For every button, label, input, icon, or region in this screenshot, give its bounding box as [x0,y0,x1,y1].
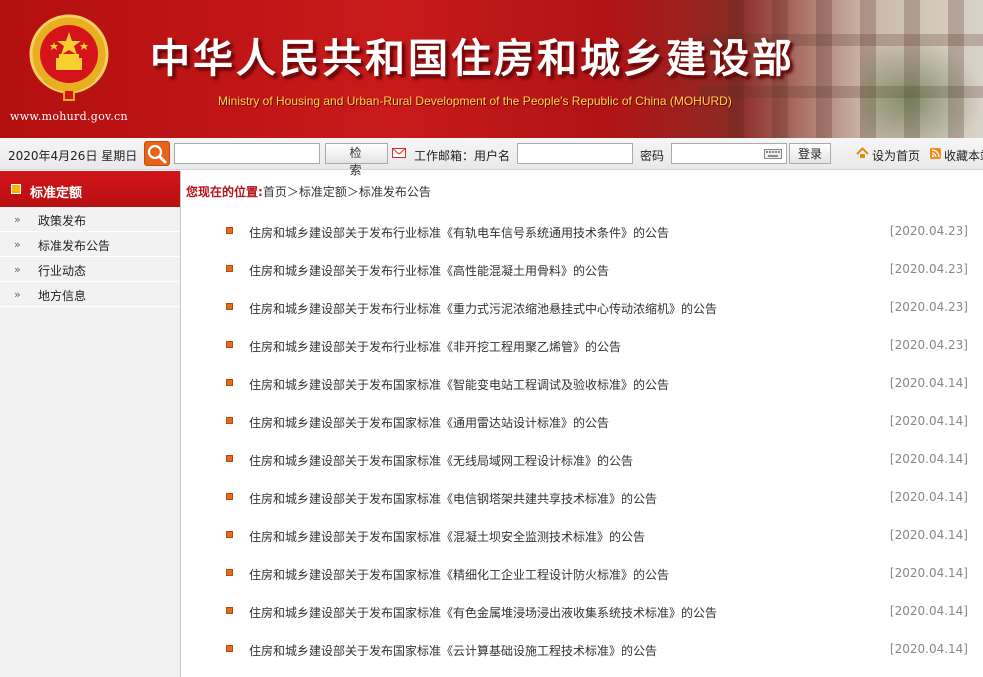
news-title[interactable]: 住房和城乡建设部关于发布国家标准《电信钢塔架共建共享技术标准》的公告 [249,490,657,507]
news-item[interactable]: 住房和城乡建设部关于发布行业标准《有轨电车信号系统通用技术条件》的公告 [2020… [186,212,976,250]
password-label: 密码 [640,149,665,163]
double-chevron-icon: » [14,213,21,226]
bullet-icon [226,227,233,234]
news-title[interactable]: 住房和城乡建设部关于发布国家标准《有色金属堆浸场浸出液收集系统技术标准》的公告 [249,604,717,621]
news-date: [2020.04.14] [889,528,968,542]
sidebar-item-policy[interactable]: » 政策发布 [0,207,180,232]
news-title[interactable]: 住房和城乡建设部关于发布国家标准《通用雷达站设计标准》的公告 [249,414,609,431]
sidebar-item-label: 行业动态 [38,264,87,278]
sidebar-item-standard-announcements[interactable]: » 标准发布公告 [0,232,180,257]
bullet-icon [226,417,233,424]
news-title[interactable]: 住房和城乡建设部关于发布国家标准《精细化工企业工程设计防火标准》的公告 [249,566,669,583]
double-chevron-icon: » [14,288,21,301]
news-date: [2020.04.23] [889,224,968,238]
search-input[interactable] [174,143,320,164]
news-list: 住房和城乡建设部关于发布行业标准《有轨电车信号系统通用技术条件》的公告 [2020… [186,212,976,668]
sidebar-title: 标准定额 [30,186,83,201]
news-title[interactable]: 住房和城乡建设部关于发布国家标准《智能变电站工程调试及验收标准》的公告 [249,376,669,393]
bullet-icon [226,531,233,538]
bullet-icon [226,645,233,652]
rss-icon [930,148,941,159]
news-item[interactable]: 住房和城乡建设部关于发布行业标准《重力式污泥浓缩池悬挂式中心传动浓缩机》的公告 [… [186,288,976,326]
news-date: [2020.04.14] [889,452,968,466]
breadcrumb-path[interactable]: 首页＞标准定额＞标准发布公告 [263,185,431,199]
news-title[interactable]: 住房和城乡建设部关于发布行业标准《重力式污泥浓缩池悬挂式中心传动浓缩机》的公告 [249,300,717,317]
news-date: [2020.04.14] [889,566,968,580]
news-item[interactable]: 住房和城乡建设部关于发布国家标准《云计算基础设施工程技术标准》的公告 [2020.… [186,630,976,668]
search-button[interactable]: 检 索 [325,143,388,177]
news-title[interactable]: 住房和城乡建设部关于发布行业标准《非开挖工程用聚乙烯管》的公告 [249,338,621,355]
news-title[interactable]: 住房和城乡建设部关于发布国家标准《混凝土坝安全监测技术标准》的公告 [249,528,645,545]
news-item[interactable]: 住房和城乡建设部关于发布国家标准《电信钢塔架共建共享技术标准》的公告 [2020.… [186,478,976,516]
news-date: [2020.04.14] [889,376,968,390]
news-item[interactable]: 住房和城乡建设部关于发布国家标准《无线局域网工程设计标准》的公告 [2020.04… [186,440,976,478]
home-icon [856,147,869,158]
news-item[interactable]: 住房和城乡建设部关于发布国家标准《混凝土坝安全监测技术标准》的公告 [2020.0… [186,516,976,554]
news-item[interactable]: 住房和城乡建设部关于发布行业标准《高性能混凝土用骨料》的公告 [2020.04.2… [186,250,976,288]
sidebar-item-local-info[interactable]: » 地方信息 [0,282,180,307]
breadcrumb-prefix: 您现在的位置: [186,185,263,199]
bullet-icon [226,379,233,386]
site-banner: www.mohurd.gov.cn 中华人民共和国住房和城乡建设部 Minist… [0,0,983,138]
add-favorite-link[interactable]: 收藏本站 [944,147,983,164]
search-icon[interactable] [144,141,170,166]
sidebar: 标准定额 » 政策发布 » 标准发布公告 » 行业动态 » 地方信息 [0,171,181,677]
login-button[interactable]: 登录 [789,143,831,164]
news-date: [2020.04.14] [889,604,968,618]
sidebar-item-label: 地方信息 [38,289,87,303]
national-emblem-icon[interactable] [26,12,112,104]
bullet-icon [226,303,233,310]
keyboard-icon[interactable] [764,149,782,159]
news-title[interactable]: 住房和城乡建设部关于发布国家标准《无线局域网工程设计标准》的公告 [249,452,633,469]
site-title: 中华人民共和国住房和城乡建设部 [150,35,795,82]
breadcrumb: 您现在的位置:首页＞标准定额＞标准发布公告 [186,183,431,200]
mail-username-label: 工作邮箱：用户名 [414,149,511,163]
news-date: [2020.04.23] [889,262,968,276]
tree-backdrop [860,40,983,138]
double-chevron-icon: » [14,238,21,251]
mail-icon [392,148,406,158]
toolbar: 2020年4月26日 星期日 检 索 工作邮箱：用户名 密码 登录 设为首页 收… [0,138,983,177]
bullet-icon [226,493,233,500]
square-bullet-icon [11,184,21,194]
news-item[interactable]: 住房和城乡建设部关于发布行业标准《非开挖工程用聚乙烯管》的公告 [2020.04.… [186,326,976,364]
sidebar-item-industry-news[interactable]: » 行业动态 [0,257,180,282]
bullet-icon [226,455,233,462]
site-url[interactable]: www.mohurd.gov.cn [10,110,128,123]
news-item[interactable]: 住房和城乡建设部关于发布国家标准《智能变电站工程调试及验收标准》的公告 [2020… [186,364,976,402]
sidebar-header[interactable]: 标准定额 [0,171,180,207]
set-homepage-link[interactable]: 设为首页 [872,147,920,164]
bullet-icon [226,607,233,614]
username-input[interactable] [517,143,633,164]
double-chevron-icon: » [14,263,21,276]
news-item[interactable]: 住房和城乡建设部关于发布国家标准《通用雷达站设计标准》的公告 [2020.04.1… [186,402,976,440]
news-date: [2020.04.23] [889,338,968,352]
news-date: [2020.04.14] [889,490,968,504]
news-item[interactable]: 住房和城乡建设部关于发布国家标准《精细化工企业工程设计防火标准》的公告 [2020… [186,554,976,592]
bullet-icon [226,341,233,348]
news-date: [2020.04.23] [889,300,968,314]
sidebar-item-label: 标准发布公告 [38,239,111,253]
bullet-icon [226,265,233,272]
site-subtitle: Ministry of Housing and Urban-Rural Deve… [218,94,732,108]
news-title[interactable]: 住房和城乡建设部关于发布行业标准《高性能混凝土用骨料》的公告 [249,262,609,279]
news-title[interactable]: 住房和城乡建设部关于发布行业标准《有轨电车信号系统通用技术条件》的公告 [249,224,669,241]
news-title[interactable]: 住房和城乡建设部关于发布国家标准《云计算基础设施工程技术标准》的公告 [249,642,657,659]
news-date: [2020.04.14] [889,642,968,656]
sidebar-item-label: 政策发布 [38,214,87,228]
news-date: [2020.04.14] [889,414,968,428]
bullet-icon [226,569,233,576]
current-date: 2020年4月26日 星期日 [8,149,138,163]
news-item[interactable]: 住房和城乡建设部关于发布国家标准《有色金属堆浸场浸出液收集系统技术标准》的公告 [… [186,592,976,630]
